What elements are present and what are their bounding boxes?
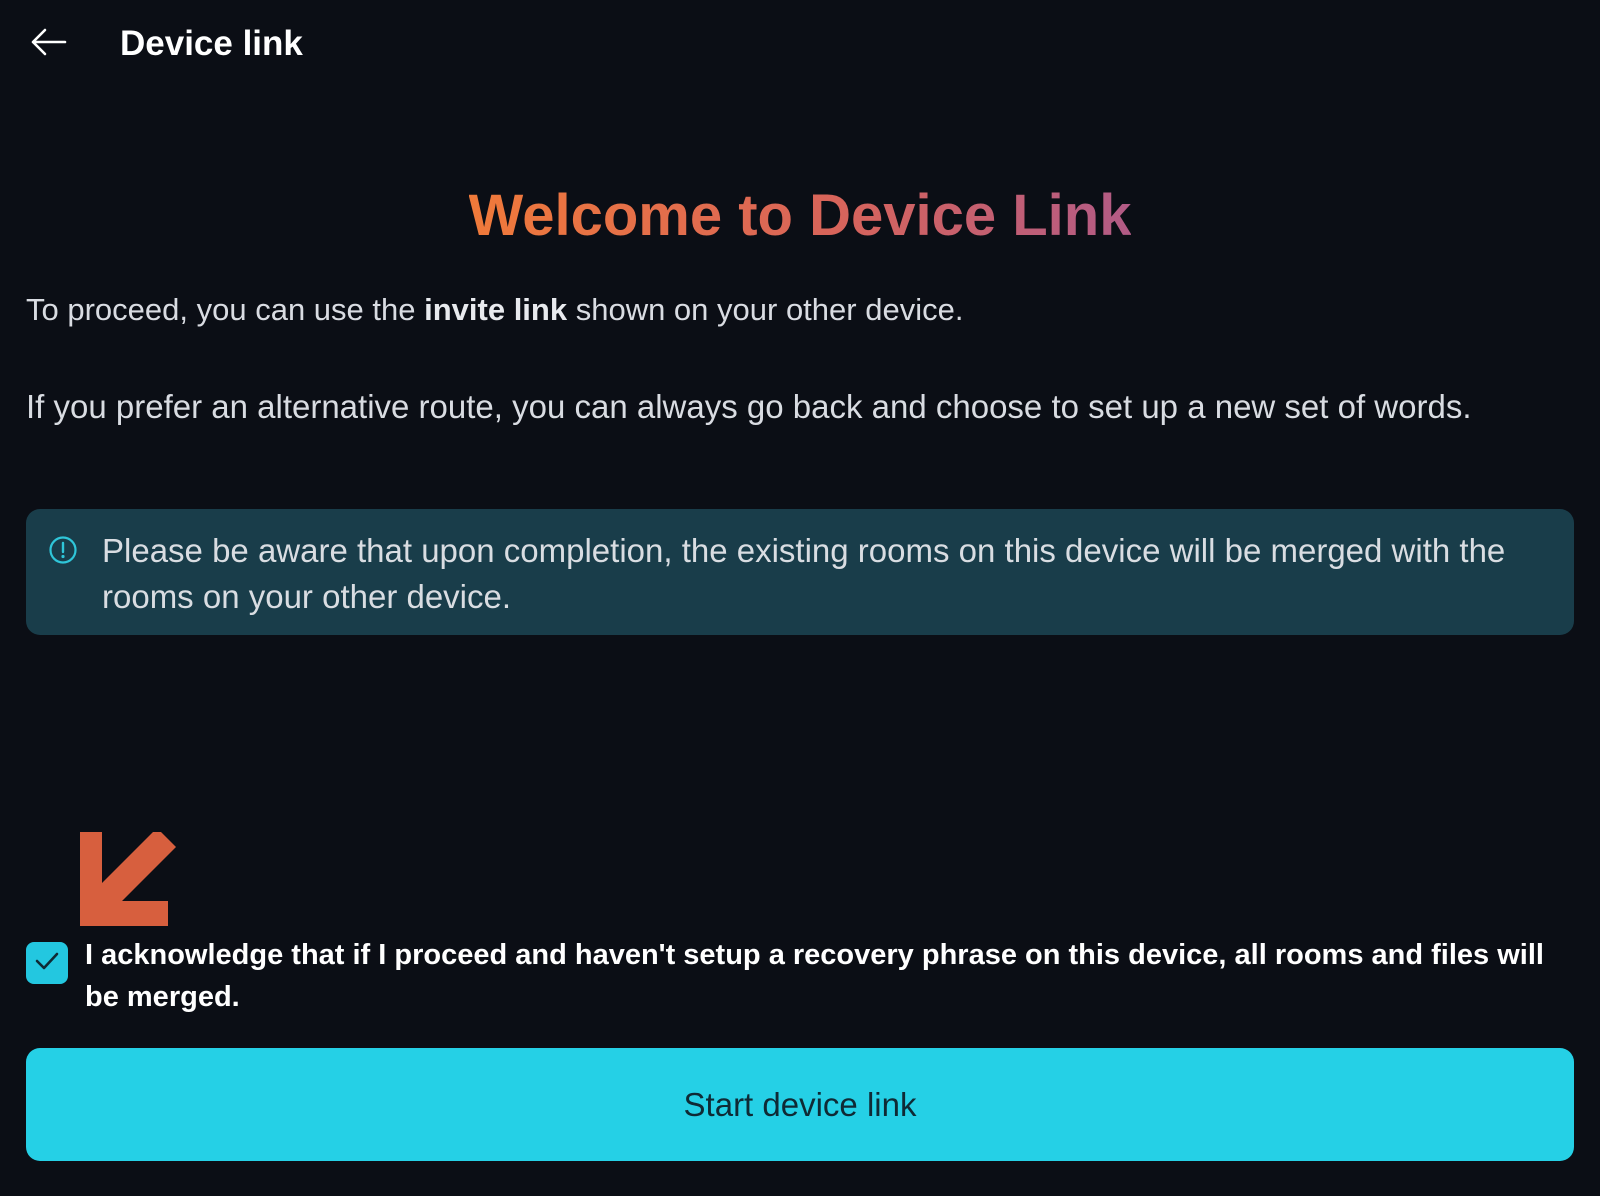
welcome-heading: Welcome to Device Link	[468, 183, 1132, 248]
arrow-left-icon	[29, 27, 67, 62]
top-bar: Device link	[0, 0, 1600, 90]
acknowledge-checkbox[interactable]	[26, 942, 68, 984]
page-title: Device link	[120, 24, 303, 63]
alternative-route-text: If you prefer an alternative route, you …	[26, 388, 1472, 425]
intro-text: To proceed, you can use the invite link …	[26, 292, 964, 327]
invite-link-emphasis: invite link	[424, 292, 568, 327]
start-device-link-button[interactable]: Start device link	[26, 1048, 1574, 1161]
start-device-link-label: Start device link	[683, 1085, 917, 1123]
arrow-down-left-icon	[80, 828, 176, 926]
back-button[interactable]	[26, 24, 70, 64]
check-icon	[34, 950, 60, 977]
acknowledge-label[interactable]: I acknowledge that if I proceed and have…	[85, 934, 1575, 1018]
merge-notice-text: Please be aware that upon completion, th…	[102, 532, 1506, 615]
merge-notice: Please be aware that upon completion, th…	[26, 509, 1574, 635]
info-circle-icon	[48, 535, 78, 565]
